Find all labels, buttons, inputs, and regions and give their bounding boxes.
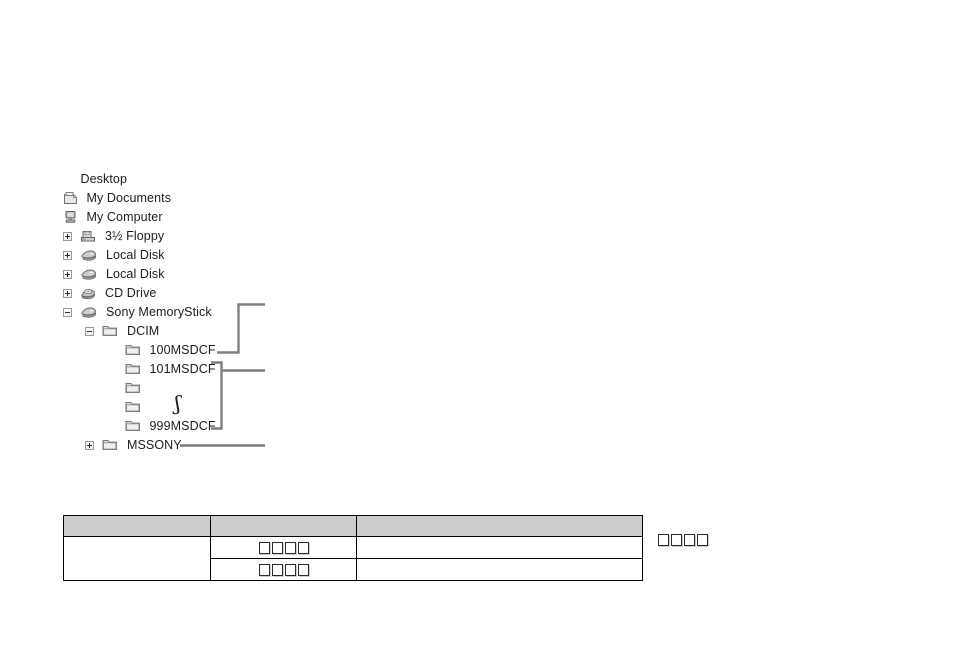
expander-plus-icon[interactable]: [85, 441, 94, 451]
missing-glyph-box: [284, 542, 296, 555]
tree-item-local-disk-2[interactable]: Local Disk: [63, 265, 363, 284]
folder-icon: [102, 324, 118, 337]
tree-item-101msdcf[interactable]: 101MSDCF: [63, 360, 363, 379]
folder-icon: [102, 438, 118, 451]
tree-item-label: Desktop: [80, 172, 128, 187]
tree-item-cd-drive[interactable]: CD Drive: [63, 284, 363, 303]
folder-icon: [125, 362, 141, 375]
harddisk-icon: [80, 248, 97, 262]
computer-icon: [63, 210, 78, 224]
tree-item-my-computer[interactable]: My Computer: [63, 208, 363, 227]
missing-glyph-box: [284, 564, 296, 577]
tree-item-folder-unnamed-2[interactable]: ʃ: [63, 393, 363, 417]
table-cell-folder-name: [63, 536, 211, 581]
cddrive-icon: [80, 286, 96, 300]
tree-item-label: 100MSDCF: [149, 343, 216, 358]
folder-icon: [125, 400, 141, 413]
table-header-cell-1: [63, 515, 211, 537]
expander-plus-icon[interactable]: [63, 289, 72, 299]
tree-item-my-documents[interactable]: My Documents: [63, 189, 363, 208]
missing-glyph-box: [684, 533, 695, 546]
tree-item-dcim[interactable]: DCIM: [63, 322, 363, 341]
table-header-row: [63, 515, 643, 537]
tree-item-mssony[interactable]: MSSONY: [63, 436, 363, 455]
tree-item-label: MSSONY: [126, 438, 182, 453]
missing-glyph-box: [297, 542, 309, 555]
missing-glyph-box: [258, 542, 270, 555]
folder-icon: [125, 381, 141, 394]
expander-plus-icon[interactable]: [63, 270, 72, 280]
expander-minus-icon[interactable]: [63, 308, 72, 318]
tree-item-sony-memorystick[interactable]: Sony MemoryStick: [63, 303, 363, 322]
tree-item-label: 101MSDCF: [149, 362, 216, 377]
table-cell-description-2: [356, 558, 643, 581]
tree-item-label: Local Disk: [105, 248, 165, 263]
tree-item-label: My Computer: [86, 210, 163, 225]
harddisk-icon: [80, 267, 97, 281]
tree-item-desktop[interactable]: Desktop: [63, 170, 363, 189]
ellipsis-squiggle-icon: ʃ: [174, 391, 181, 415]
tree-item-label: Sony MemoryStick: [105, 305, 212, 320]
harddisk-icon: [80, 305, 97, 319]
missing-glyph-box: [671, 533, 682, 546]
tree-item-label: Local Disk: [105, 267, 165, 282]
folder-icon: [125, 343, 141, 356]
missing-glyph-box: [697, 533, 708, 546]
table-cell-tofu-1: [210, 536, 357, 559]
table-header-cell-2: [210, 515, 357, 537]
folder-tree[interactable]: Desktop My Documents My Computer 3½ Flop…: [63, 170, 363, 455]
tree-item-100msdcf[interactable]: 100MSDCF: [63, 341, 363, 360]
tree-item-label: DCIM: [126, 324, 160, 339]
floppy-icon: [80, 229, 96, 243]
expander-minus-icon[interactable]: [85, 327, 94, 337]
tree-item-999msdcf[interactable]: 999MSDCF: [63, 417, 363, 436]
documents-icon: [63, 191, 78, 205]
tree-item-label: My Documents: [86, 191, 172, 206]
table-header-cell-3: [356, 515, 643, 537]
expander-plus-icon[interactable]: [63, 251, 72, 261]
expander-plus-icon[interactable]: [63, 232, 72, 242]
folder-description-table: [63, 515, 643, 581]
tree-item-label: CD Drive: [104, 286, 157, 301]
missing-glyph-box: [658, 533, 669, 546]
table-row: [63, 536, 643, 581]
missing-glyph-box: [271, 542, 283, 555]
tree-item-floppy-drive[interactable]: 3½ Floppy: [63, 227, 363, 246]
tree-item-label: 999MSDCF: [149, 419, 216, 434]
folder-icon: [125, 419, 141, 432]
table-cell-tofu-2: [210, 558, 357, 581]
missing-glyph-box: [297, 564, 309, 577]
tree-item-local-disk-1[interactable]: Local Disk: [63, 246, 363, 265]
table-cell-description-1: [356, 536, 643, 559]
tree-item-folder-unnamed-1[interactable]: [63, 379, 363, 398]
expander-none-icon: [63, 175, 72, 184]
missing-glyph-box: [258, 564, 270, 577]
missing-glyph-box: [271, 564, 283, 577]
aside-missing-glyph-group: [657, 531, 709, 549]
tree-item-label: 3½ Floppy: [104, 229, 165, 244]
